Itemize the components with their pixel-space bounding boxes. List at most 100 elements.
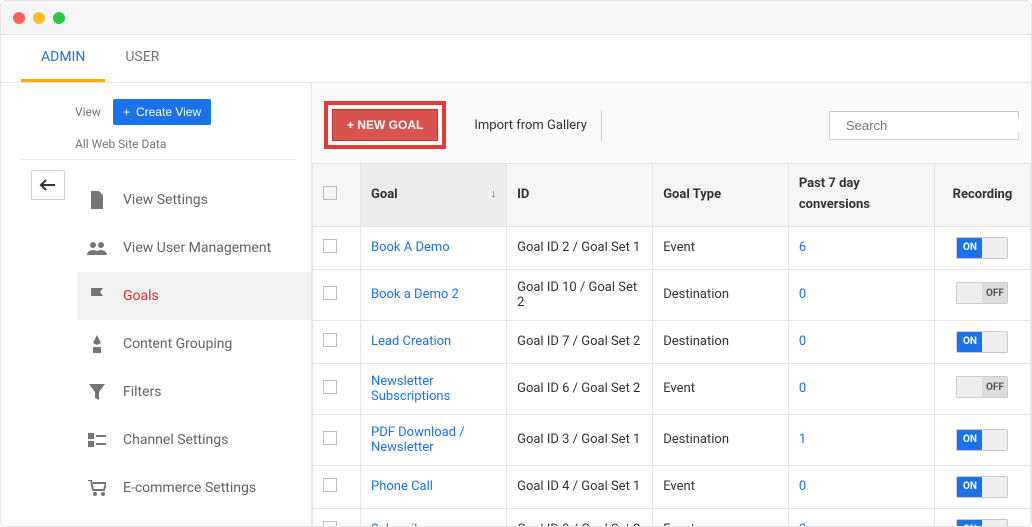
create-view-button[interactable]: + Create View	[113, 99, 211, 125]
channel-icon	[87, 430, 107, 450]
conversions-link[interactable]: 0	[799, 287, 806, 302]
main-panel: + NEW GOAL Import from Gallery Goal↓ ID	[311, 83, 1031, 526]
goal-type-cell: Event	[653, 465, 789, 508]
table-row: PDF Download / Newsletter Goal ID 3 / Goa…	[313, 414, 1031, 465]
recording-toggle[interactable]: ON	[956, 519, 1008, 526]
goal-id-cell: Goal ID 7 / Goal Set 2	[507, 320, 653, 363]
goal-name-link[interactable]: Lead Creation	[371, 334, 451, 349]
sidebar-item-label: E-commerce Settings	[123, 480, 256, 496]
sidebar-nav: View Settings View User Management Goals…	[21, 176, 311, 526]
top-tabs: ADMIN USER	[1, 35, 1031, 83]
view-subtitle: All Web Site Data	[21, 133, 295, 160]
import-from-gallery-link[interactable]: Import from Gallery	[460, 110, 602, 141]
goal-name-link[interactable]: Newsletter Subscriptions	[371, 374, 450, 404]
goal-id-cell: Goal ID 4 / Goal Set 1	[507, 465, 653, 508]
conversions-link[interactable]: 0	[799, 381, 806, 396]
row-checkbox[interactable]	[323, 431, 337, 445]
conversions-link[interactable]: 0	[799, 522, 806, 526]
goal-type-cell: Event	[653, 508, 789, 526]
window-maximize-dot[interactable]	[53, 12, 65, 24]
sidebar-item-goals[interactable]: Goals	[77, 272, 311, 320]
goal-id-cell: Goal ID 6 / Goal Set 2	[507, 363, 653, 414]
row-checkbox[interactable]	[323, 286, 337, 300]
sort-descending-icon: ↓	[491, 187, 497, 200]
new-goal-button[interactable]: + NEW GOAL	[332, 109, 438, 141]
recording-toggle[interactable]: ON	[956, 237, 1008, 259]
header-conversions[interactable]: Past 7 dayconversions	[788, 164, 934, 227]
goal-name-link[interactable]: PDF Download / Newsletter	[371, 425, 465, 455]
goal-name-link[interactable]: Book a Demo 2	[371, 287, 459, 302]
grouping-icon	[87, 334, 107, 354]
header-id[interactable]: ID	[507, 164, 653, 227]
tab-user[interactable]: USER	[105, 35, 179, 82]
row-checkbox[interactable]	[323, 239, 337, 253]
goal-type-cell: Destination	[653, 320, 789, 363]
new-goal-highlight: + NEW GOAL	[324, 101, 446, 149]
sidebar-item-label: Channel Settings	[123, 432, 228, 448]
search-box[interactable]	[829, 111, 1019, 140]
sidebar-item-ecommerce-settings[interactable]: E-commerce Settings	[77, 464, 311, 512]
goal-type-cell: Destination	[653, 414, 789, 465]
conversions-link[interactable]: 0	[799, 334, 806, 349]
row-checkbox[interactable]	[323, 380, 337, 394]
goal-id-cell: Goal ID 3 / Goal Set 1	[507, 414, 653, 465]
header-goal[interactable]: Goal↓	[361, 164, 507, 227]
table-header-row: Goal↓ ID Goal Type Past 7 dayconversions…	[313, 164, 1031, 227]
header-goal-type[interactable]: Goal Type	[653, 164, 789, 227]
goal-name-link[interactable]: Book A Demo	[371, 240, 450, 255]
create-view-label: Create View	[136, 105, 201, 119]
select-all-checkbox[interactable]	[323, 186, 337, 200]
header-recording[interactable]: Recording	[934, 164, 1030, 227]
goal-id-cell: Goal ID 2 / Goal Set 1	[507, 226, 653, 269]
row-checkbox[interactable]	[323, 521, 337, 526]
sidebar: View + Create View All Web Site Data Vie…	[1, 83, 311, 526]
sidebar-item-calculated-metrics[interactable]: Dd Calculated metrics BETA	[77, 512, 311, 526]
table-row: Book a Demo 2 Goal ID 10 / Goal Set 2Dest…	[313, 269, 1031, 320]
recording-toggle[interactable]: ON	[956, 429, 1008, 451]
goal-type-cell: Destination	[653, 269, 789, 320]
sidebar-item-label: Content Grouping	[123, 336, 232, 352]
goal-id-cell: Goal ID 10 / Goal Set 2	[507, 269, 653, 320]
table-row: Phone Call Goal ID 4 / Goal Set 1Event 0 ON	[313, 465, 1031, 508]
window-minimize-dot[interactable]	[33, 12, 45, 24]
goal-type-cell: Event	[653, 226, 789, 269]
sidebar-item-label: Filters	[123, 384, 162, 400]
row-checkbox[interactable]	[323, 478, 337, 492]
goal-type-cell: Event	[653, 363, 789, 414]
goals-table: Goal↓ ID Goal Type Past 7 dayconversions…	[312, 163, 1031, 526]
document-icon	[87, 190, 107, 210]
table-row: Book A Demo Goal ID 2 / Goal Set 1Event 6 O…	[313, 226, 1031, 269]
conversions-link[interactable]: 6	[799, 240, 806, 255]
sidebar-item-label: Goals	[123, 288, 159, 304]
funnel-icon	[87, 382, 107, 402]
plus-icon: +	[123, 105, 130, 119]
sidebar-item-content-grouping[interactable]: Content Grouping	[77, 320, 311, 368]
sidebar-item-filters[interactable]: Filters	[77, 368, 311, 416]
goal-name-link[interactable]: Subscribe	[371, 522, 428, 526]
goal-name-link[interactable]: Phone Call	[371, 479, 433, 494]
sidebar-item-channel-settings[interactable]: Channel Settings	[77, 416, 311, 464]
goal-id-cell: Goal ID 9 / Goal Set 2	[507, 508, 653, 526]
recording-toggle[interactable]: ON	[956, 331, 1008, 353]
recording-toggle[interactable]: ON	[956, 476, 1008, 498]
sidebar-item-user-management[interactable]: View User Management	[77, 224, 311, 272]
recording-toggle[interactable]: OFF	[956, 282, 1008, 304]
sidebar-item-label: View User Management	[123, 240, 271, 256]
tab-admin[interactable]: ADMIN	[21, 35, 105, 82]
conversions-link[interactable]: 1	[799, 432, 806, 447]
view-label: View	[75, 105, 101, 119]
row-checkbox[interactable]	[323, 333, 337, 347]
window-close-dot[interactable]	[13, 12, 25, 24]
conversions-link[interactable]: 0	[799, 479, 806, 494]
search-input[interactable]	[846, 118, 1022, 133]
table-row: Lead Creation Goal ID 7 / Goal Set 2Desti…	[313, 320, 1031, 363]
sidebar-item-view-settings[interactable]: View Settings	[77, 176, 311, 224]
table-row: Subscribe Goal ID 9 / Goal Set 2Event 0 ON	[313, 508, 1031, 526]
table-row: Newsletter Subscriptions Goal ID 6 / Goal…	[313, 363, 1031, 414]
sidebar-item-label: View Settings	[123, 192, 208, 208]
users-icon	[87, 238, 107, 258]
window-titlebar	[1, 1, 1031, 35]
flag-icon	[87, 286, 107, 306]
recording-toggle[interactable]: OFF	[956, 376, 1008, 398]
cart-icon	[87, 478, 107, 498]
